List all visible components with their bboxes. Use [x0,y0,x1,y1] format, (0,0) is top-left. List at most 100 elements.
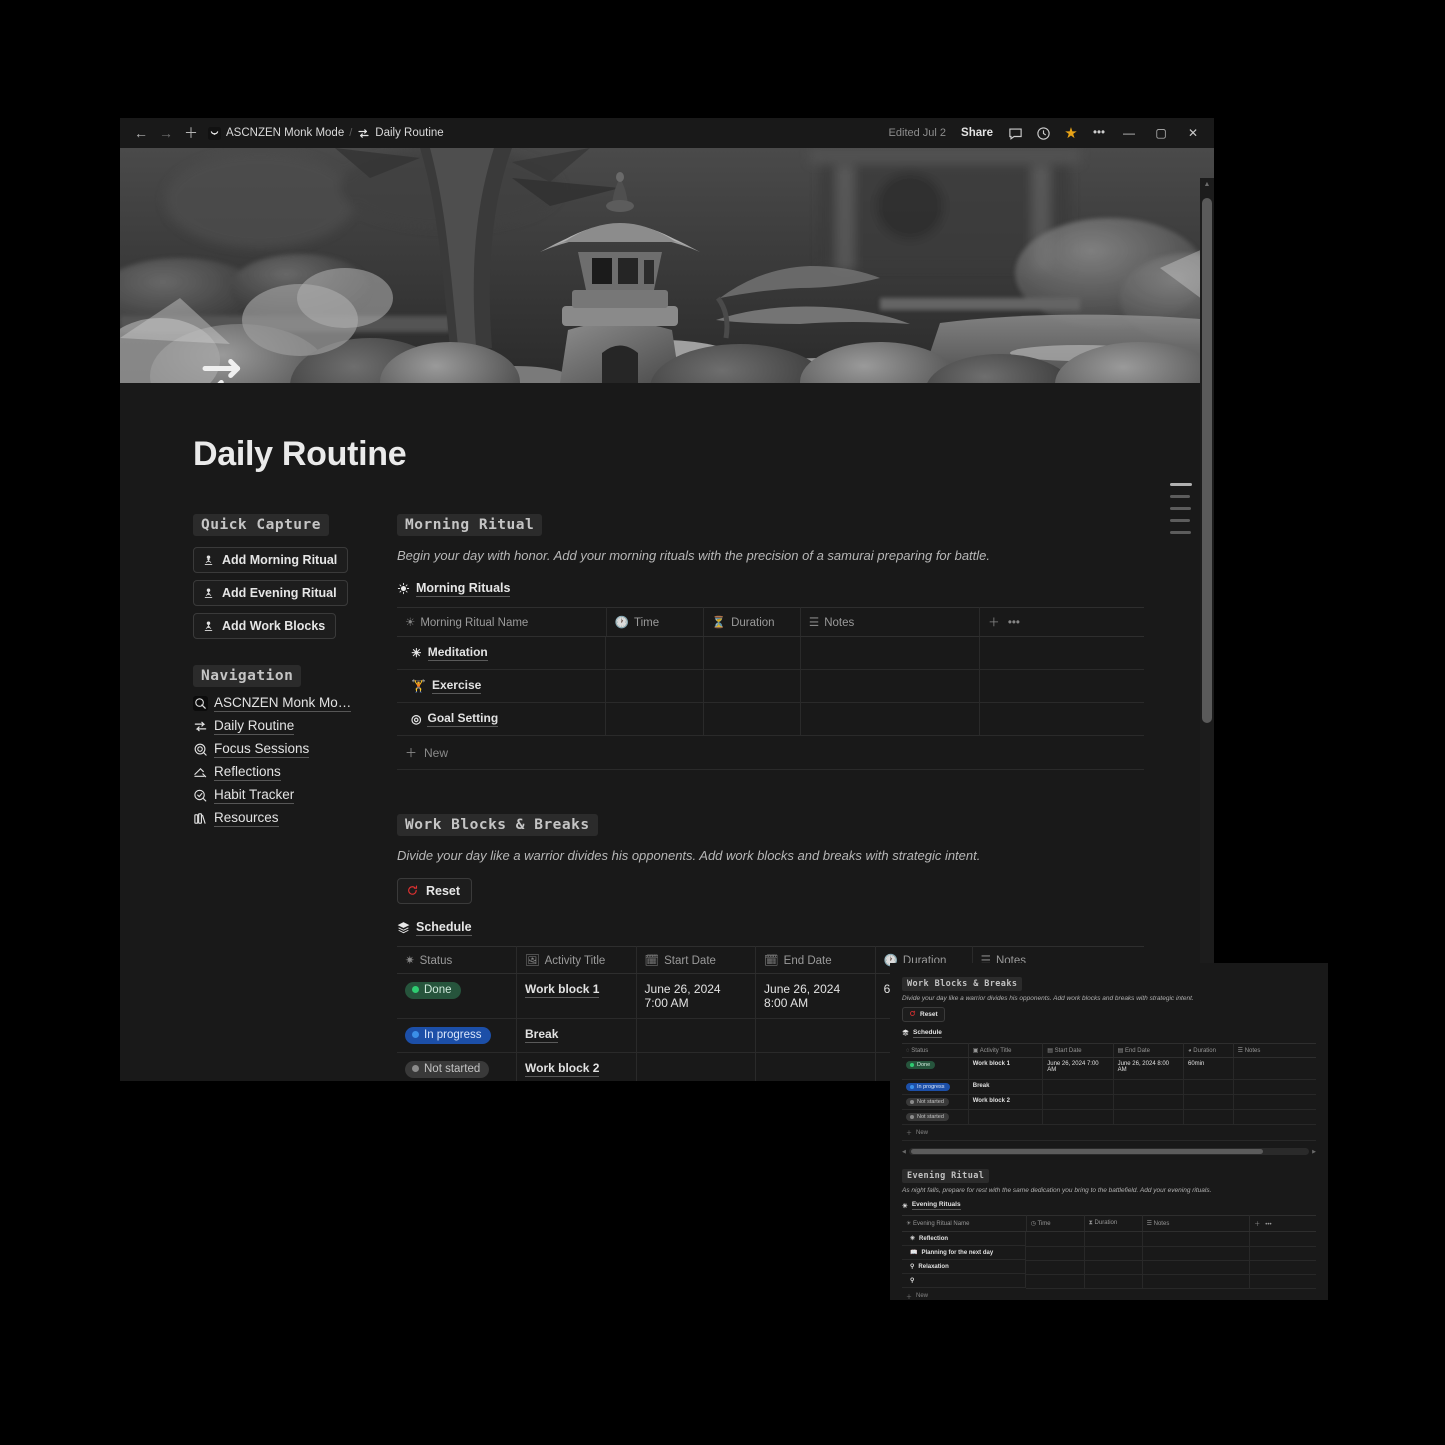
column-header-status[interactable]: ✷ Status [397,945,518,974]
overlay-schedule-new-row-button[interactable]: ＋ New [902,1125,1316,1141]
table-row[interactable]: ☀ Meditation [397,636,1144,671]
cell-start-date[interactable] [1042,1094,1114,1110]
overlay-evening-new-row-button[interactable]: ＋ New [902,1289,1316,1300]
scroll-right-arrow[interactable]: ▶ [1312,1149,1316,1155]
scroll-left-arrow[interactable]: ◀ [902,1149,906,1155]
cell-time[interactable] [1026,1274,1085,1289]
cell-notes[interactable] [1233,1094,1316,1110]
overlay-column-header-notes[interactable]: ☰ Notes [1233,1043,1316,1058]
cell-duration[interactable] [703,636,801,671]
cell-notes[interactable] [1233,1079,1316,1095]
column-header-start-date[interactable]: 🗓 Start Date [636,945,757,974]
cell-status[interactable]: In progress [397,1018,518,1053]
cell-duration[interactable] [1183,1109,1234,1125]
cell-ritual-name[interactable]: ⚲ Relaxation [902,1260,1027,1274]
cell-status[interactable]: Done [902,1057,969,1080]
cell-activity-title[interactable] [968,1109,1044,1125]
cell-activity-title[interactable]: Work block 2 [516,1052,637,1081]
cell-duration[interactable] [1183,1094,1234,1110]
cell-ritual-name[interactable]: 📖 Planning for the next day [902,1246,1027,1260]
cell-time[interactable] [1026,1260,1085,1275]
schedule-db-title[interactable]: Schedule [397,920,1144,936]
cell-end-date[interactable] [1113,1094,1185,1110]
overlay-column-header-notes[interactable]: ☰ Notes [1142,1215,1251,1232]
column-header-duration[interactable]: ⏳ Duration [703,606,801,637]
overlay-column-header-evening-ritual-name[interactable]: ☀ Evening Ritual Name [902,1215,1027,1232]
cell-ritual-name[interactable]: ☀ Meditation [397,636,607,670]
cell-start-date[interactable] [1042,1079,1114,1095]
back-icon[interactable]: ← [130,122,152,144]
overlay-column-header-end-date[interactable]: ▤ End Date [1113,1043,1185,1058]
cell-status[interactable]: Not started [902,1109,969,1125]
cell-activity-title[interactable]: Work block 2 [968,1094,1044,1110]
table-row[interactable]: ◎ Goal Setting [397,702,1144,737]
clock-history-icon[interactable] [1030,121,1056,145]
page-icon-repeat-cycle[interactable] [198,351,254,383]
cell-end-date[interactable] [1113,1109,1185,1125]
table-row[interactable]: 🏋 Exercise [397,669,1144,704]
scrollbar-thumb[interactable] [910,1149,1264,1154]
sidebar-item-habit-tracker[interactable]: Habit Tracker [193,787,373,804]
plus-icon[interactable]: ＋ [988,617,1000,629]
minimize-icon[interactable]: — [1114,121,1144,145]
cell-activity-title[interactable]: Work block 1 [516,973,637,1019]
forward-icon[interactable]: → [155,122,177,144]
sidebar-item-daily-routine[interactable]: Daily Routine [193,718,373,735]
overlay-column-header-start-date[interactable]: ▤ Start Date [1042,1043,1114,1058]
overlay-evening-db-title[interactable]: ☀ Evening Rituals [902,1201,1316,1210]
cell-end-date[interactable] [755,1018,876,1053]
column-header-morning-ritual-name[interactable]: ☀ Morning Ritual Name [397,606,607,637]
column-header-activity-title[interactable]: 🖼 Activity Title [516,945,637,974]
cell-notes[interactable] [800,702,981,737]
table-row[interactable]: ⚲ [902,1274,1316,1289]
column-header-time[interactable]: 🕐 Time [606,606,704,637]
morning-rituals-db-title[interactable]: Morning Rituals [397,581,1144,597]
reset-button[interactable]: Reset [397,877,473,904]
sidebar-item-resources[interactable]: Resources [193,810,373,827]
overlay-horizontal-scrollbar[interactable]: ◀ ▶ [902,1148,1316,1155]
overlay-column-header-duration[interactable]: ⧗ Duration [1084,1215,1143,1232]
cell-duration[interactable] [1084,1260,1143,1275]
maximize-icon[interactable]: ▢ [1146,121,1176,145]
cell-notes[interactable] [1142,1246,1251,1261]
overlay-schedule-db-title[interactable]: Schedule [902,1029,1316,1038]
sidebar-item-ascnzen-monk-mode[interactable]: ASCNZEN Monk Mo… [193,695,373,712]
table-row[interactable]: 📖 Planning for the next day [902,1246,1316,1261]
cell-status[interactable]: Not started [902,1094,969,1110]
scrollbar-track[interactable] [908,1148,1310,1155]
cell-start-date[interactable]: June 26, 2024 7:00 AM [636,973,757,1019]
cell-activity-title[interactable]: Work block 1 [968,1057,1044,1080]
table-row[interactable]: ✳ Reflection [902,1231,1316,1247]
column-header-notes[interactable]: ☰ Notes [800,606,981,637]
breadcrumb-current[interactable]: Daily Routine [357,127,444,140]
table-row[interactable]: In progress Break [902,1079,1316,1095]
overlay-column-header-status[interactable]: ◌ Status [902,1043,969,1058]
star-icon[interactable]: ★ [1058,121,1084,145]
cell-time[interactable] [1026,1246,1085,1261]
overlay-column-header-time[interactable]: ◷ Time [1026,1215,1085,1232]
cell-duration[interactable] [1084,1274,1143,1289]
cell-notes[interactable] [1233,1057,1316,1080]
cell-time[interactable] [606,669,704,704]
cell-duration[interactable] [1084,1246,1143,1261]
table-row[interactable]: ⚲ Relaxation [902,1260,1316,1275]
cell-end-date[interactable]: June 26, 2024 8:00 AM [755,973,876,1019]
cell-time[interactable] [606,702,704,737]
add-morning-ritual-button[interactable]: Add Morning Ritual [193,547,349,573]
cell-status[interactable]: In progress [902,1079,969,1095]
cell-status[interactable]: Done [397,973,518,1019]
cell-duration[interactable] [703,702,801,737]
add-work-blocks-button[interactable]: Add Work Blocks [193,613,337,639]
cell-notes[interactable] [1142,1274,1251,1289]
page-outline-indicator[interactable] [1170,483,1192,534]
cell-start-date[interactable] [1042,1109,1114,1125]
cell-start-date[interactable] [636,1052,757,1081]
new-page-icon[interactable]: ＋ [180,122,202,144]
cell-end-date[interactable] [755,1052,876,1081]
morning-new-row-button[interactable]: ＋ New [397,736,1144,771]
cell-start-date[interactable]: June 26, 2024 7:00 AM [1042,1057,1114,1080]
sidebar-item-focus-sessions[interactable]: Focus Sessions [193,741,373,758]
comment-icon[interactable] [1002,121,1028,145]
cell-end-date[interactable] [1113,1079,1185,1095]
add-evening-ritual-button[interactable]: Add Evening Ritual [193,580,348,606]
